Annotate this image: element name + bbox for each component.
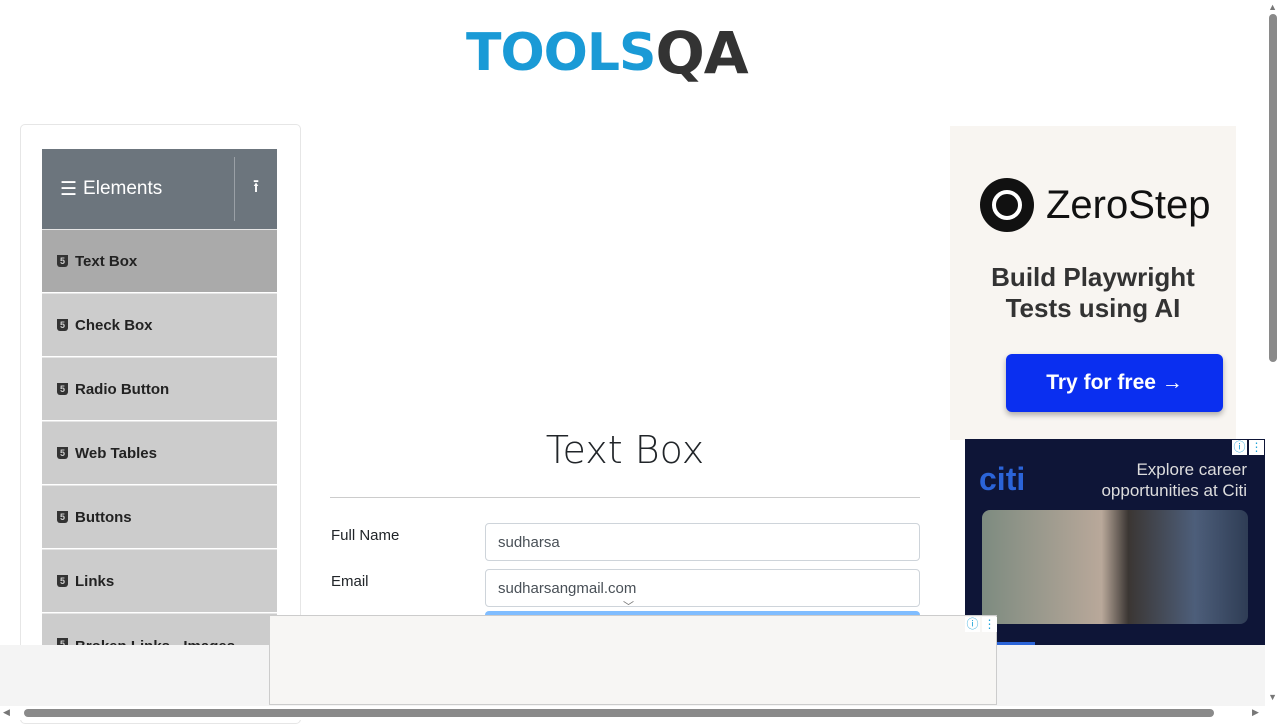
html5-icon: 5 [57,383,68,395]
ad-text: Explore career opportunities at Citi [1101,459,1247,501]
info-icon[interactable]: ⓘ [965,617,980,632]
email-label: Email [331,573,369,590]
ad-tagline-line: Build Playwright [991,262,1195,292]
ad-tagline: Build Playwright Tests using AI [950,262,1236,324]
horizontal-scroll-thumb[interactable] [24,709,1214,717]
vertical-scrollbar[interactable] [1265,0,1280,706]
ad-choices[interactable]: ⓘ ⋮ [1232,440,1264,455]
page-title: Text Box [545,428,705,472]
sidebar-item-links[interactable]: 5 Links [42,549,277,613]
zerostep-logo-icon [980,178,1034,232]
zerostep-brand: ZeroStep [1046,182,1211,227]
toolsqa-logo[interactable]: TOOLS QA [466,16,749,90]
logo-text: TOOLS [466,23,656,83]
sidebar-item-radio-button[interactable]: 5 Radio Button [42,357,277,421]
vertical-scroll-thumb[interactable] [1269,14,1277,362]
citi-ad[interactable]: citi Explore career opportunities at Citi [965,439,1265,645]
ad-choices[interactable]: ⓘ ⋮ [965,617,997,632]
horizontal-scrollbar[interactable]: ◀ ▶ [0,706,1280,720]
html5-icon: 5 [57,255,68,267]
group-label: Elements [83,178,163,199]
ad-photo [982,510,1248,624]
sidebar-item-label: Check Box [75,316,153,334]
divider [330,497,920,498]
scroll-right-arrow[interactable]: ▶ [1252,707,1259,718]
scroll-left-arrow[interactable]: ◀ [3,707,10,718]
ad-text-line: Explore career [1136,460,1247,479]
sidebar-item-text-box[interactable]: 5 Text Box [42,229,277,293]
ad-text-line: opportunities at Citi [1101,481,1247,500]
collapse-icon[interactable]: ⭱ [235,174,277,204]
menu-icon: ☰ [60,178,78,200]
scroll-down-arrow[interactable]: ▼ [1268,692,1277,702]
full-name-input[interactable]: sudharsa [485,523,920,561]
chevron-down-icon[interactable]: ﹀ [623,598,634,614]
html5-icon: 5 [57,447,68,459]
zerostep-ad[interactable]: Build Playwright Tests using AI Try for f… [950,126,1236,440]
info-icon[interactable]: ⓘ [1232,440,1247,455]
sidebar-item-label: Text Box [75,252,138,270]
sidebar-item-web-tables[interactable]: 5 Web Tables [42,421,277,485]
html5-icon: 5 [57,319,68,331]
bottom-banner-ad[interactable] [269,615,997,705]
sidebar-item-check-box[interactable]: 5 Check Box [42,293,277,357]
email-input[interactable]: sudharsangmail.com [485,569,920,607]
sidebar-item-label: Buttons [75,508,132,526]
html5-icon: 5 [57,575,68,587]
sidebar-item-label: Links [75,572,115,590]
full-name-label: Full Name [331,527,400,544]
ad-tagline-line: Tests using AI [1005,293,1181,323]
more-icon[interactable]: ⋮ [982,617,997,632]
scroll-up-arrow[interactable]: ▲ [1268,2,1277,12]
logo-text-qa: QA [655,19,748,87]
citi-logo: citi [979,461,1026,497]
html5-icon: 5 [57,511,68,523]
sidebar-item-label: Radio Button [75,380,170,398]
try-for-free-button[interactable]: Try for free → [1006,354,1223,412]
zerostep-logo: ZeroStep [980,178,1211,232]
elements-group-header[interactable]: ☰ Elements ⭱ [42,149,277,229]
more-icon[interactable]: ⋮ [1249,440,1264,455]
sidebar-item-label: Web Tables [75,444,157,462]
sidebar-item-buttons[interactable]: 5 Buttons [42,485,277,549]
